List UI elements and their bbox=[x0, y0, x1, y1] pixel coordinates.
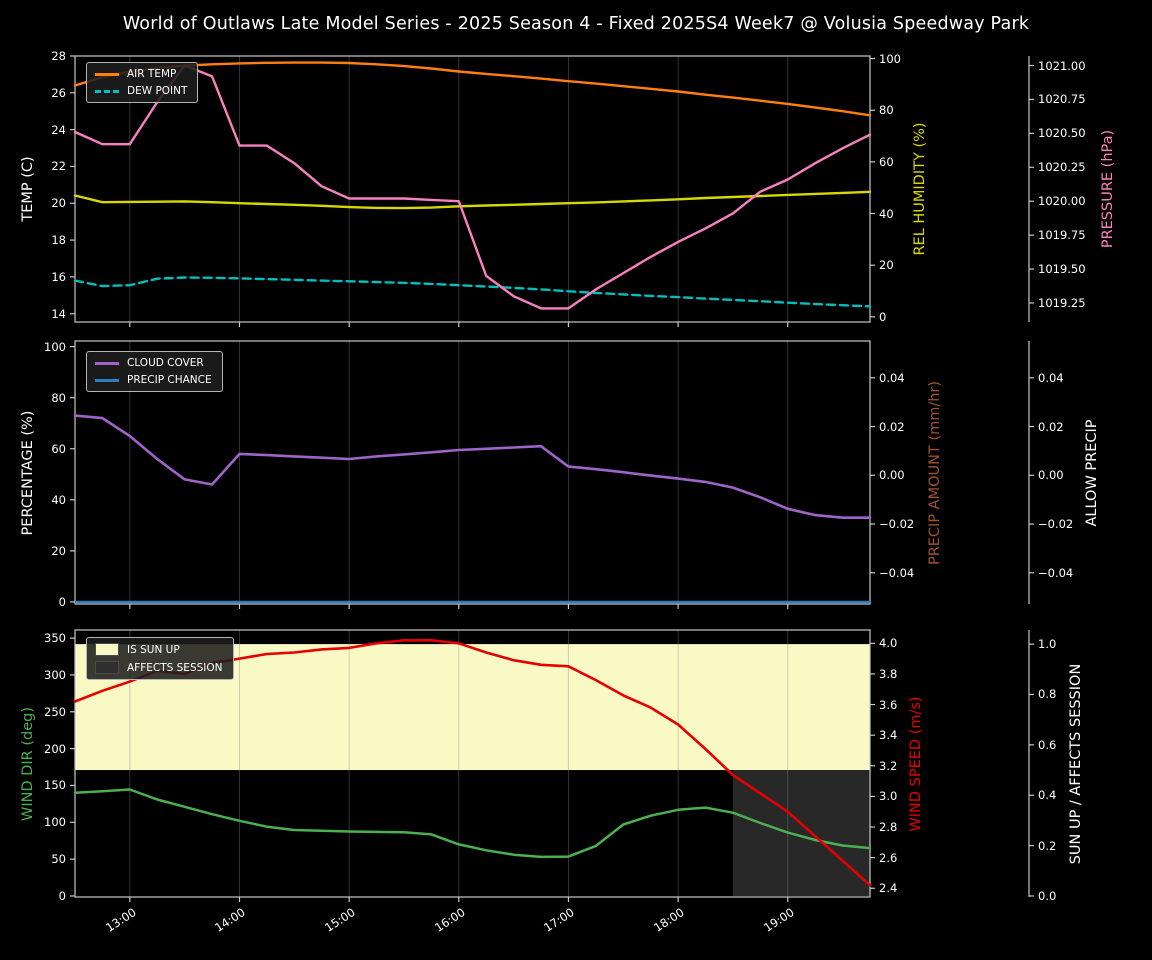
wind-sun-ytick-label-right2: 0.4 bbox=[1038, 788, 1057, 803]
legend-label: AIR TEMP bbox=[127, 68, 177, 80]
legend-swatch-is-sun-up bbox=[95, 643, 119, 656]
temperature-humidity-pressure-ytick-label-left: 18 bbox=[51, 233, 66, 248]
legend-swatch-precip-chance bbox=[95, 378, 119, 382]
legend-item-dew-point: DEW POINT bbox=[95, 85, 187, 97]
temperature-humidity-pressure-ytick-label-right2: 1019.25 bbox=[1038, 296, 1086, 310]
legend-swatch-affects-session bbox=[95, 661, 119, 674]
legend-swatch-cloud-cover bbox=[95, 361, 119, 365]
legend-item-is-sun-up: IS SUN UP bbox=[95, 643, 223, 656]
chart-canvas bbox=[70, 55, 1034, 902]
wind-sun-ytick-label-left: 0 bbox=[58, 888, 66, 903]
weather-forecast-figure: World of Outlaws Late Model Series - 202… bbox=[0, 0, 1152, 960]
temperature-humidity-pressure-ytick-label-right1: 80 bbox=[879, 103, 894, 118]
cloud-precip-left-axis-label: PERCENTAGE (%) bbox=[20, 410, 36, 535]
temperature-humidity-pressure-ytick-label-right1: 0 bbox=[879, 309, 887, 324]
temperature-humidity-pressure-ytick-label-right2: 1021.00 bbox=[1038, 58, 1086, 73]
cloud-precip-right2-axis-label: ALLOW PRECIP bbox=[1084, 418, 1100, 527]
temperature-humidity-pressure-ytick-label-right2: 1020.00 bbox=[1038, 194, 1086, 209]
wind-sun-ytick-label-left: 300 bbox=[44, 667, 66, 682]
temperature-humidity-pressure-ytick-label-left: 28 bbox=[51, 49, 66, 63]
wind-sun-ytick-label-right2: 0.2 bbox=[1038, 838, 1057, 853]
temperature-humidity-pressure-ytick-label-right2: 1020.50 bbox=[1038, 126, 1086, 141]
cloud-precip-ytick-label-right2: −0.02 bbox=[1038, 517, 1074, 532]
wind-sun-ytick-label-right1: 4.0 bbox=[879, 636, 898, 651]
temperature-humidity-pressure-right2-axis-label: PRESSURE (hPa) bbox=[1100, 129, 1116, 249]
series-cloud-cover bbox=[73, 414, 872, 520]
legend-item-affects-session: AFFECTS SESSION bbox=[95, 661, 223, 674]
legend-label: CLOUD COVER bbox=[127, 357, 204, 369]
cloud-precip-ytick-label-right1: 0.02 bbox=[879, 419, 905, 434]
temperature-humidity-pressure-ytick-label-left: 24 bbox=[51, 122, 66, 137]
wind-sun-ytick-label-left: 350 bbox=[44, 631, 66, 646]
cloud-precip-ytick-label-right2: 0.02 bbox=[1038, 419, 1064, 434]
legend-label: IS SUN UP bbox=[127, 643, 180, 656]
wind-sun-ytick-label-right2: 0.6 bbox=[1038, 737, 1057, 752]
wind-sun-ytick-label-right1: 3.0 bbox=[879, 789, 898, 804]
cloud-precip-ytick-label-left: 20 bbox=[51, 543, 66, 558]
wind-sun-ytick-label-left: 50 bbox=[51, 852, 66, 867]
temperature-humidity-pressure-ytick-label-right1: 60 bbox=[879, 154, 894, 169]
wind-sun-ytick-label-right1: 2.8 bbox=[879, 820, 898, 835]
temperature-humidity-pressure-ytick-label-left: 26 bbox=[51, 85, 66, 100]
temperature-humidity-pressure-ytick-label-right2: 1020.75 bbox=[1038, 92, 1086, 107]
cloud-precip-ytick-label-right1: 0.04 bbox=[879, 370, 905, 385]
cloud-precip-right1-axis-label: PRECIP AMOUNT (mm/hr) bbox=[927, 380, 943, 565]
temperature-humidity-pressure-ytick-label-right1: 40 bbox=[879, 206, 894, 221]
temperature-humidity-pressure-right1-axis-label: REL HUMIDITY (%) bbox=[912, 122, 928, 256]
temperature-humidity-pressure-ytick-label-left: 16 bbox=[51, 269, 66, 284]
legend-label: DEW POINT bbox=[127, 85, 188, 97]
temperature-humidity-pressure-ytick-label-right1: 20 bbox=[879, 258, 894, 273]
legend-item-cloud-cover: CLOUD COVER bbox=[95, 357, 212, 369]
cloud-precip-legend: CLOUD COVER PRECIP CHANCE bbox=[86, 351, 223, 392]
legend-swatch-dew-point bbox=[95, 89, 119, 93]
legend-item-precip-chance: PRECIP CHANCE bbox=[95, 374, 212, 386]
cloud-precip-ytick-label-left: 100 bbox=[44, 339, 66, 354]
temperature-humidity-pressure-ytick-label-right2: 1019.75 bbox=[1038, 228, 1086, 243]
cloud-precip-ytick-label-right2: −0.04 bbox=[1038, 565, 1074, 580]
legend-label: PRECIP CHANCE bbox=[127, 374, 212, 386]
cloud-precip-ytick-label-left: 80 bbox=[51, 390, 66, 405]
wind-sun-ytick-label-right1: 3.8 bbox=[879, 666, 898, 681]
cloud-precip-ytick-label-right1: −0.04 bbox=[879, 565, 915, 580]
temperature-humidity-pressure-ytick-label-right1: 100 bbox=[879, 51, 901, 66]
cloud-precip-ytick-label-right1: 0.00 bbox=[879, 468, 905, 483]
wind-sun-ytick-label-right1: 2.6 bbox=[879, 850, 898, 865]
temperature-humidity-pressure-ytick-label-right2: 1020.25 bbox=[1038, 160, 1086, 175]
legend-item-air-temp: AIR TEMP bbox=[95, 68, 187, 80]
legend-label: AFFECTS SESSION bbox=[127, 661, 223, 674]
temperature-humidity-pressure-ytick-label-right2: 1019.50 bbox=[1038, 262, 1086, 277]
wind-sun-right1-axis-label: WIND SPEED (m/s) bbox=[908, 695, 924, 832]
temperature-humidity-pressure-legend: AIR TEMP DEW POINT bbox=[86, 62, 199, 103]
wind-sun-ytick-label-right1: 3.4 bbox=[879, 728, 898, 743]
wind-sun-right2-axis-label: SUN UP / AFFECTS SESSION bbox=[1068, 663, 1084, 864]
wind-sun-left-axis-label: WIND DIR (deg) bbox=[20, 706, 36, 821]
cloud-precip-ytick-label-right2: 0.00 bbox=[1038, 468, 1064, 483]
wind-sun-ytick-label-right2: 0.8 bbox=[1038, 687, 1057, 702]
cloud-precip-ytick-label-right1: −0.02 bbox=[879, 517, 915, 532]
wind-sun-ytick-label-right1: 3.6 bbox=[879, 697, 898, 712]
temperature-humidity-pressure-left-axis-label: TEMP (C) bbox=[20, 156, 36, 222]
wind-sun-ytick-label-right2: 0.0 bbox=[1038, 888, 1057, 903]
temperature-humidity-pressure-ytick-label-left: 14 bbox=[51, 306, 66, 321]
legend-swatch-air-temp bbox=[95, 72, 119, 76]
wind-sun-ytick-label-right1: 2.4 bbox=[879, 881, 898, 896]
series-dew-point bbox=[73, 276, 872, 308]
cloud-precip-ytick-label-left: 0 bbox=[58, 594, 66, 609]
wind-sun-legend: IS SUN UP AFFECTS SESSION bbox=[86, 637, 234, 680]
wind-sun-ytick-label-right1: 3.2 bbox=[879, 758, 898, 773]
wind-sun-ytick-label-right2: 1.0 bbox=[1038, 637, 1057, 652]
cloud-precip-ytick-label-right2: 0.04 bbox=[1038, 370, 1064, 385]
